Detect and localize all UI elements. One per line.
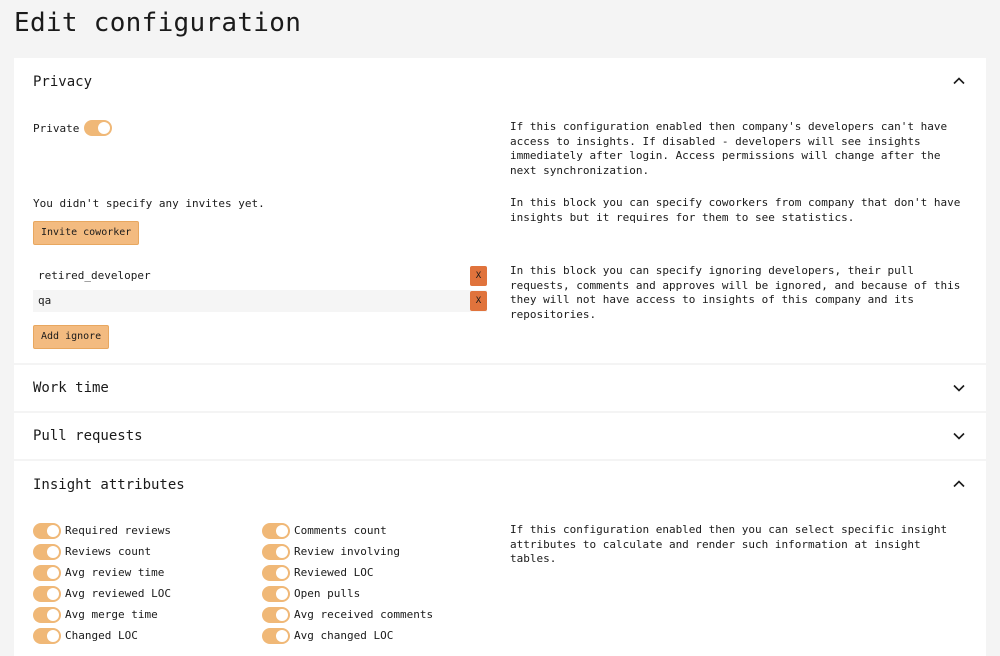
invites-description: In this block you can specify coworkers … [510,196,961,224]
pull-requests-panel-title: Pull requests [33,428,143,444]
pull-requests-panel: Pull requests [14,413,986,459]
toggle-knob [276,630,288,642]
privacy-panel-header[interactable]: Privacy [14,58,986,106]
attribute-label: Review involving [294,545,400,558]
ignore-row: retired_developer X [33,265,487,287]
privacy-panel-title: Privacy [33,74,93,90]
attribute-label: Open pulls [294,587,361,600]
attribute-label: Required reviews [65,524,171,537]
toggle-knob [276,525,288,537]
add-ignore-button[interactable]: Add ignore [33,325,110,349]
private-label: Private [33,122,80,135]
insight-attributes-panel: Insight attributes Required reviews Revi… [14,461,986,656]
invite-coworker-button[interactable]: Invite coworker [33,221,140,245]
chevron-up-icon[interactable] [952,477,966,491]
toggle-knob [276,588,288,600]
attribute-label: Reviews count [65,545,152,558]
attribute-toggle[interactable] [33,523,61,539]
attribute-label: Avg received comments [294,608,434,621]
remove-ignore-button[interactable]: X [470,291,487,311]
chevron-down-icon[interactable] [952,429,966,443]
toggle-knob [276,609,288,621]
toggle-knob [47,525,59,537]
attribute-label: Avg review time [65,566,165,579]
attribute-toggle[interactable] [262,586,290,602]
insight-attributes-panel-title: Insight attributes [33,477,185,493]
attribute-label: Changed LOC [65,629,138,642]
toggle-knob [47,567,59,579]
attribute-toggle[interactable] [33,628,61,644]
work-time-panel-title: Work time [33,380,109,396]
toggle-knob [47,609,59,621]
attribute-toggle[interactable] [262,523,290,539]
pull-requests-panel-header[interactable]: Pull requests [14,413,986,459]
ignore-name: qa [38,294,52,307]
attribute-toggle[interactable] [33,544,61,560]
attribute-toggle[interactable] [33,586,61,602]
toggle-knob [98,122,110,134]
toggle-knob [47,588,59,600]
attribute-label: Avg reviewed LOC [65,587,171,600]
attribute-label: Reviewed LOC [294,566,374,579]
attribute-label: Comments count [294,524,387,537]
toggle-knob [276,546,288,558]
work-time-panel-header[interactable]: Work time [14,365,986,411]
private-toggle[interactable] [84,120,112,136]
attribute-label: Avg merge time [65,608,158,621]
insight-attributes-panel-header[interactable]: Insight attributes [14,461,986,509]
attribute-toggle[interactable] [262,607,290,623]
invites-empty-text: You didn't specify any invites yet. [33,197,265,210]
insight-attributes-description: If this configuration enabled then you c… [510,523,948,565]
ignores-description: In this block you can specify ignoring d… [510,264,961,321]
toggle-knob [47,546,59,558]
work-time-panel: Work time [14,365,986,411]
toggle-knob [276,567,288,579]
private-description: If this configuration enabled then compa… [510,120,948,177]
attribute-toggle[interactable] [33,565,61,581]
chevron-down-icon[interactable] [952,381,966,395]
attribute-label: Avg changed LOC [294,629,394,642]
ignore-name: retired_developer [38,269,151,282]
page-title: Edit configuration [14,8,302,38]
remove-ignore-button[interactable]: X [470,266,487,286]
attribute-toggle[interactable] [33,607,61,623]
attribute-toggle[interactable] [262,628,290,644]
ignore-row: qa X [33,290,487,312]
attribute-toggle[interactable] [262,544,290,560]
privacy-panel: Privacy Private If this configuration en… [14,58,986,363]
toggle-knob [47,630,59,642]
chevron-up-icon[interactable] [952,74,966,88]
attribute-toggle[interactable] [262,565,290,581]
